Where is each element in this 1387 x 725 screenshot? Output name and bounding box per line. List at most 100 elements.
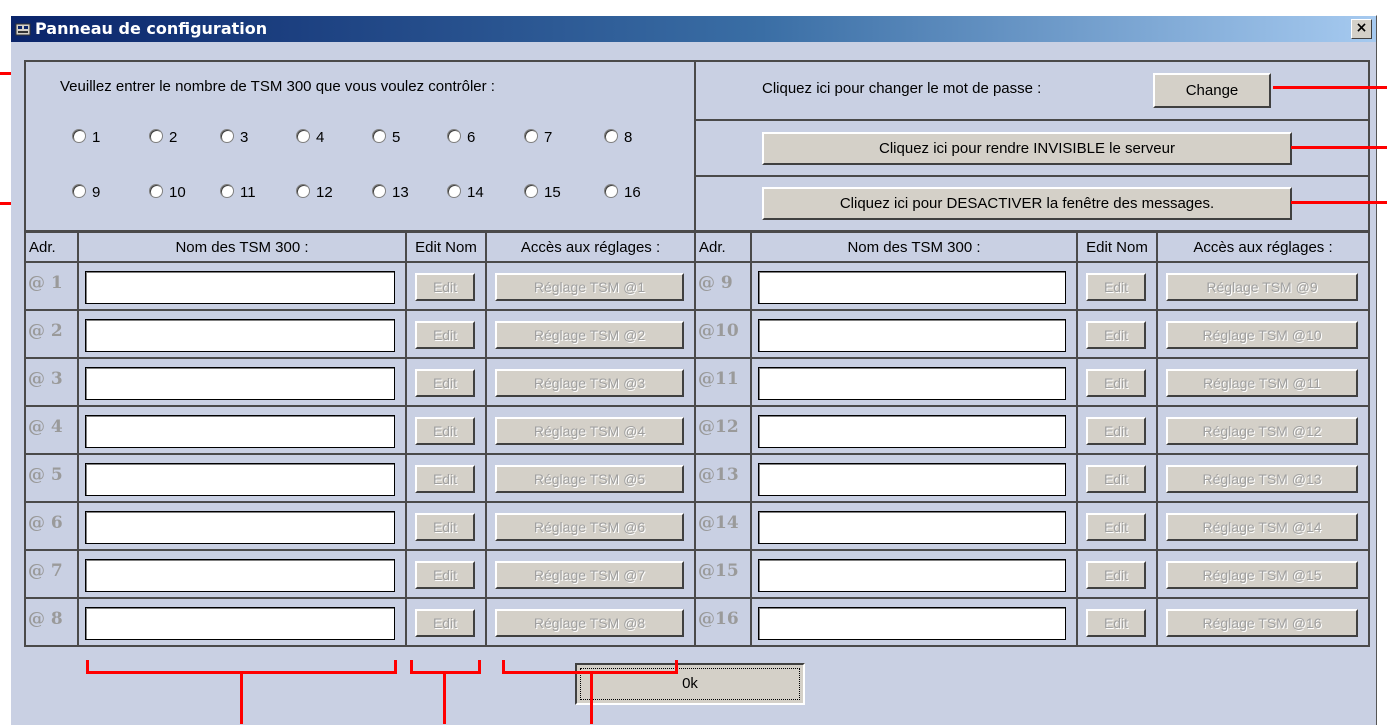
radio-label: 2 [169, 129, 178, 146]
tsm-name-input[interactable] [758, 463, 1066, 496]
tsm-settings-button[interactable]: Réglage TSM @5 [495, 465, 684, 493]
radio-count-12[interactable]: 12 [296, 184, 333, 201]
tsm-settings-button[interactable]: Réglage TSM @6 [495, 513, 684, 541]
access-cell: Réglage TSM @16 [1156, 597, 1370, 647]
annotation-bracket [240, 671, 243, 724]
radio-circle-icon [149, 129, 163, 143]
radio-circle-icon [372, 129, 386, 143]
radio-count-8[interactable]: 8 [604, 129, 632, 146]
tsm-name-input[interactable] [758, 319, 1066, 352]
radio-count-3[interactable]: 3 [220, 129, 248, 146]
radio-count-7[interactable]: 7 [524, 129, 552, 146]
tsm-name-input[interactable] [758, 415, 1066, 448]
access-cell: Réglage TSM @4 [485, 405, 696, 455]
radio-count-4[interactable]: 4 [296, 129, 324, 146]
edit-name-button[interactable]: Edit [415, 561, 475, 589]
edit-cell: Edit [1076, 549, 1158, 599]
access-cell: Réglage TSM @11 [1156, 357, 1370, 407]
radio-count-2[interactable]: 2 [149, 129, 177, 146]
name-cell [77, 597, 407, 647]
tsm-name-input[interactable] [758, 367, 1066, 400]
ok-button[interactable]: 0k [575, 663, 805, 705]
radio-label: 10 [169, 184, 186, 201]
name-cell [77, 309, 407, 359]
tsm-settings-button[interactable]: Réglage TSM @7 [495, 561, 684, 589]
tsm-settings-button[interactable]: Réglage TSM @8 [495, 609, 684, 637]
tsm-settings-button[interactable]: Réglage TSM @14 [1166, 513, 1358, 541]
radio-circle-icon [220, 129, 234, 143]
tsm-name-input[interactable] [85, 511, 395, 544]
radio-label: 1 [92, 129, 101, 146]
radio-count-6[interactable]: 6 [447, 129, 475, 146]
tsm-name-input[interactable] [85, 607, 395, 640]
edit-name-button[interactable]: Edit [1086, 465, 1146, 493]
tsm-name-input[interactable] [85, 463, 395, 496]
edit-name-button[interactable]: Edit [1086, 321, 1146, 349]
radio-label: 7 [544, 129, 553, 146]
window-title: Panneau de configuration [35, 19, 268, 38]
edit-name-button[interactable]: Edit [1086, 369, 1146, 397]
radio-count-9[interactable]: 9 [72, 184, 100, 201]
edit-name-button[interactable]: Edit [1086, 561, 1146, 589]
annotation-bracket [443, 671, 446, 724]
edit-name-button[interactable]: Edit [415, 321, 475, 349]
tsm-settings-button[interactable]: Réglage TSM @2 [495, 321, 684, 349]
tsm-name-input[interactable] [758, 271, 1066, 304]
title-bar[interactable]: Panneau de configuration × [11, 16, 1376, 42]
radio-count-16[interactable]: 16 [604, 184, 641, 201]
radio-count-13[interactable]: 13 [372, 184, 409, 201]
radio-count-14[interactable]: 14 [447, 184, 484, 201]
address-label: @ 5 [24, 453, 79, 503]
tsm-name-input[interactable] [85, 367, 395, 400]
radio-count-1[interactable]: 1 [72, 129, 100, 146]
name-cell [77, 549, 407, 599]
edit-name-button[interactable]: Edit [415, 465, 475, 493]
change-password-button[interactable]: Change [1153, 73, 1271, 108]
edit-name-button[interactable]: Edit [1086, 417, 1146, 445]
radio-count-15[interactable]: 15 [524, 184, 561, 201]
tsm-settings-button[interactable]: Réglage TSM @9 [1166, 273, 1358, 301]
tsm-name-input[interactable] [85, 319, 395, 352]
tsm-name-input[interactable] [85, 271, 395, 304]
access-cell: Réglage TSM @8 [485, 597, 696, 647]
edit-name-button[interactable]: Edit [415, 369, 475, 397]
tsm-name-input[interactable] [758, 607, 1066, 640]
radio-circle-icon [220, 184, 234, 198]
edit-name-button[interactable]: Edit [415, 513, 475, 541]
tsm-settings-button[interactable]: Réglage TSM @4 [495, 417, 684, 445]
radio-count-11[interactable]: 11 [220, 184, 256, 201]
name-cell [750, 597, 1078, 647]
table-header-access: Accès aux réglages : [1156, 231, 1370, 263]
edit-name-button[interactable]: Edit [415, 417, 475, 445]
edit-name-button[interactable]: Edit [415, 609, 475, 637]
name-cell [77, 261, 407, 311]
edit-name-button[interactable]: Edit [1086, 609, 1146, 637]
tsm-settings-button[interactable]: Réglage TSM @1 [495, 273, 684, 301]
tsm-name-input[interactable] [85, 415, 395, 448]
tsm-name-input[interactable] [758, 559, 1066, 592]
radio-label: 5 [392, 129, 401, 146]
radio-circle-icon [296, 129, 310, 143]
edit-cell: Edit [405, 405, 487, 455]
edit-name-button[interactable]: Edit [1086, 273, 1146, 301]
radio-count-10[interactable]: 10 [149, 184, 186, 201]
edit-name-button[interactable]: Edit [415, 273, 475, 301]
close-button[interactable]: × [1351, 19, 1372, 39]
radio-label: 16 [624, 184, 641, 201]
radio-count-5[interactable]: 5 [372, 129, 400, 146]
edit-name-button[interactable]: Edit [1086, 513, 1146, 541]
tsm-settings-button[interactable]: Réglage TSM @12 [1166, 417, 1358, 445]
tsm-name-input[interactable] [85, 559, 395, 592]
tsm-settings-button[interactable]: Réglage TSM @16 [1166, 609, 1358, 637]
tsm-settings-button[interactable]: Réglage TSM @15 [1166, 561, 1358, 589]
tsm-settings-button[interactable]: Réglage TSM @13 [1166, 465, 1358, 493]
tsm-settings-button[interactable]: Réglage TSM @10 [1166, 321, 1358, 349]
annotation-bracket [590, 671, 593, 724]
invisible-server-button[interactable]: Cliquez ici pour rendre INVISIBLE le ser… [762, 132, 1292, 165]
tsm-settings-button[interactable]: Réglage TSM @11 [1166, 369, 1358, 397]
address-label: @13 [694, 453, 752, 503]
table-header-addr: Adr. [24, 231, 79, 263]
disable-messages-button[interactable]: Cliquez ici pour DESACTIVER la fenêtre d… [762, 187, 1292, 220]
tsm-name-input[interactable] [758, 511, 1066, 544]
tsm-settings-button[interactable]: Réglage TSM @3 [495, 369, 684, 397]
